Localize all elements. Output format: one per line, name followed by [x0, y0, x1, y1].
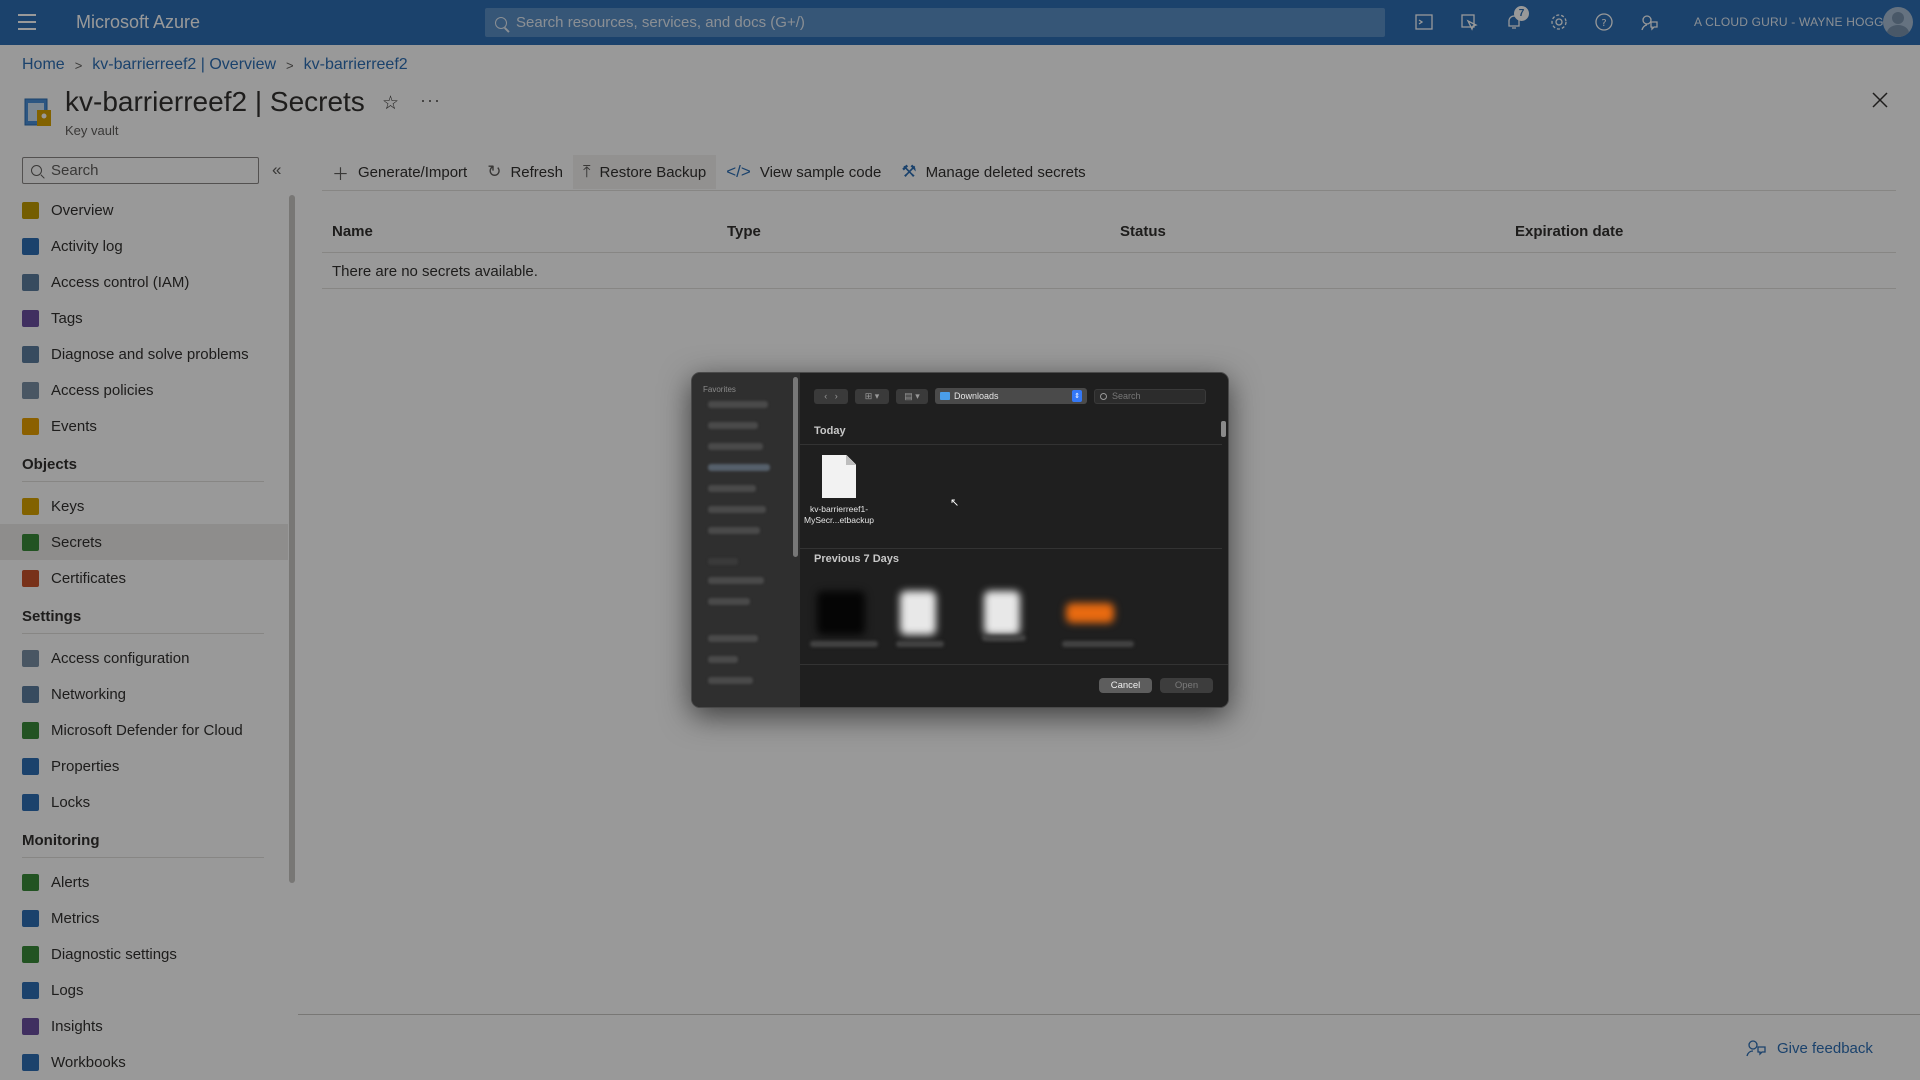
blurred-file-label — [982, 635, 1026, 641]
favorites-heading: Favorites — [703, 385, 736, 394]
folder-icon — [940, 392, 950, 400]
sidebar-item-blurred[interactable] — [708, 598, 750, 605]
divider — [800, 664, 1228, 665]
chevron-left-icon[interactable]: ‹ — [824, 391, 827, 401]
sidebar-item-blurred[interactable] — [708, 443, 763, 450]
sidebar-item-blurred[interactable] — [708, 464, 770, 471]
group-heading-today: Today — [814, 425, 846, 437]
blurred-file-thumbnail[interactable] — [1066, 603, 1114, 623]
blurred-file-thumbnail[interactable] — [900, 591, 936, 635]
sidebar-item-blurred[interactable] — [708, 422, 758, 429]
blurred-file-thumbnail[interactable] — [817, 591, 865, 635]
sidebar-item-blurred[interactable] — [708, 635, 758, 642]
divider — [800, 548, 1222, 549]
mouse-cursor-icon: ↖ — [950, 497, 960, 509]
dialog-scrollbar[interactable] — [1221, 421, 1226, 437]
back-forward-buttons[interactable]: ‹ › — [814, 388, 848, 404]
sidebar-item-blurred — [708, 558, 738, 565]
icon-view-button[interactable]: ⊞ ▾ — [855, 388, 889, 404]
file-open-dialog: Favorites ‹ › ⊞ ▾ ▤ ▾ Downloads ⇕ Search… — [691, 372, 1229, 708]
dialog-toolbar: ‹ › ⊞ ▾ ▤ ▾ Downloads ⇕ Search — [814, 388, 1206, 404]
sidebar-item-blurred[interactable] — [708, 506, 766, 513]
blurred-file-thumbnail[interactable] — [984, 591, 1020, 635]
dialog-sidebar: Favorites — [692, 373, 800, 707]
file-name-line1: kv-barrierreef1- — [809, 504, 869, 514]
select-arrows-icon: ⇕ — [1072, 390, 1082, 402]
group-heading-previous: Previous 7 Days — [814, 553, 899, 565]
open-button[interactable]: Open — [1160, 678, 1213, 693]
cancel-button[interactable]: Cancel — [1099, 678, 1152, 693]
grid-view-icon: ⊞ ▾ — [864, 390, 880, 401]
search-icon — [1100, 392, 1107, 400]
sidebar-item-blurred[interactable] — [708, 485, 756, 492]
dialog-search-placeholder: Search — [1112, 391, 1141, 401]
folder-select[interactable]: Downloads ⇕ — [935, 388, 1087, 404]
blurred-file-label — [810, 641, 878, 647]
group-icon: ▤ ▾ — [904, 390, 920, 401]
sidebar-item-blurred[interactable] — [708, 656, 738, 663]
divider — [800, 444, 1222, 445]
document-icon — [822, 455, 856, 498]
sidebar-item-blurred[interactable] — [708, 577, 764, 584]
chevron-right-icon[interactable]: › — [835, 391, 838, 401]
group-by-button[interactable]: ▤ ▾ — [896, 388, 928, 404]
blurred-file-label — [896, 641, 944, 647]
folder-name: Downloads — [954, 391, 999, 401]
dialog-sidebar-scrollbar[interactable] — [793, 377, 798, 557]
dialog-search-input[interactable]: Search — [1094, 388, 1206, 404]
blurred-file-label — [1062, 641, 1134, 647]
sidebar-item-blurred[interactable] — [708, 401, 768, 408]
sidebar-item-blurred[interactable] — [708, 677, 753, 684]
file-item-backup[interactable]: kv-barrierreef1- MySecr...etbackup — [804, 455, 874, 526]
dialog-main: ‹ › ⊞ ▾ ▤ ▾ Downloads ⇕ Search Today kv-… — [800, 373, 1228, 707]
file-name-line2: MySecr...etbackup — [804, 515, 874, 525]
sidebar-item-blurred[interactable] — [708, 527, 760, 534]
